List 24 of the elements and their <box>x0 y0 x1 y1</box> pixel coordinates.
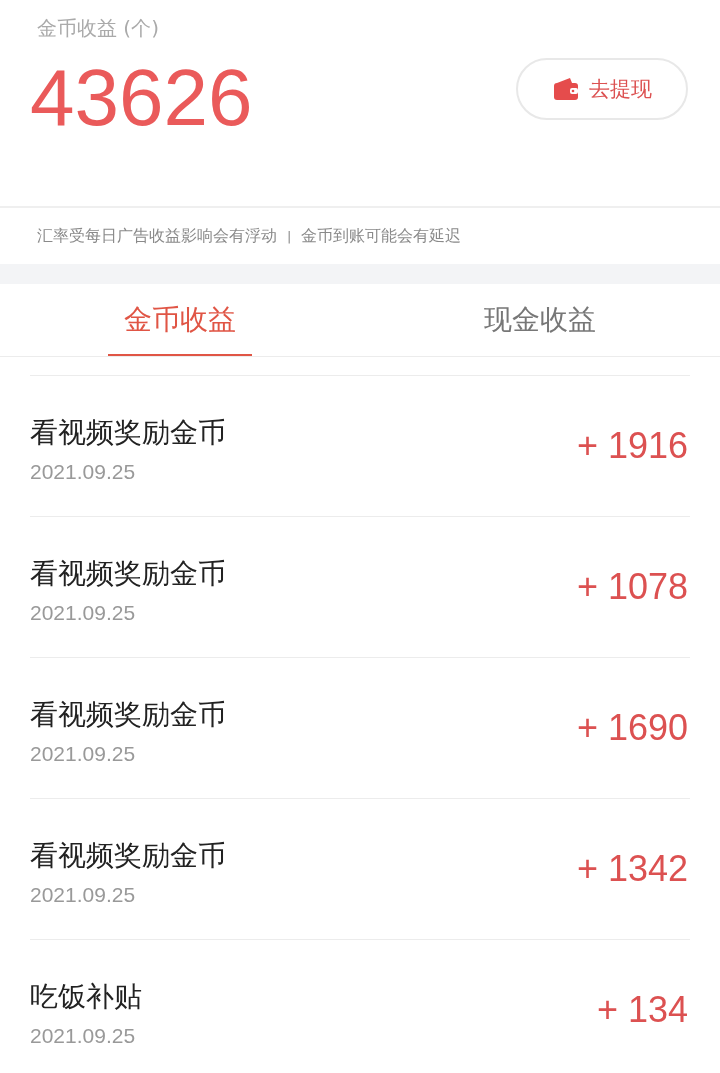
tab[interactable]: 金币收益 <box>108 284 252 356</box>
coin-amount: + 1916 <box>576 425 688 467</box>
coin-amount: + 1078 <box>576 566 688 608</box>
coin-amount: + 134 <box>596 989 688 1031</box>
tab[interactable]: 现金收益 <box>468 284 612 356</box>
notice-text: 汇率受每日广告收益影响会有浮动 <box>37 225 277 247</box>
record-title: 看视频奖励金币 <box>30 698 226 732</box>
wallet-icon <box>552 77 579 101</box>
coin-amount: + 1342 <box>576 848 688 890</box>
withdraw-button[interactable]: 去提现 <box>516 58 688 120</box>
record-date: 2021.09.25 <box>30 460 137 484</box>
record-date: 2021.09.25 <box>30 1024 137 1048</box>
record-title: 吃饭补贴 <box>30 980 142 1014</box>
notice-text: 金币到账可能会有延迟 <box>301 225 462 247</box>
record-date: 2021.09.25 <box>30 601 137 625</box>
record-title: 看视频奖励金币 <box>30 557 226 591</box>
record-title: 看视频奖励金币 <box>30 416 226 450</box>
record-title: 看视频奖励金币 <box>30 839 226 873</box>
record-date: 2021.09.25 <box>30 742 137 766</box>
coin-amount: + 1690 <box>576 707 688 749</box>
record-date: 2021.09.25 <box>30 883 137 907</box>
separator: | <box>287 228 292 244</box>
balance-label: 金币收益 (个) <box>37 15 159 42</box>
coin-balance: 43626 <box>30 56 253 140</box>
